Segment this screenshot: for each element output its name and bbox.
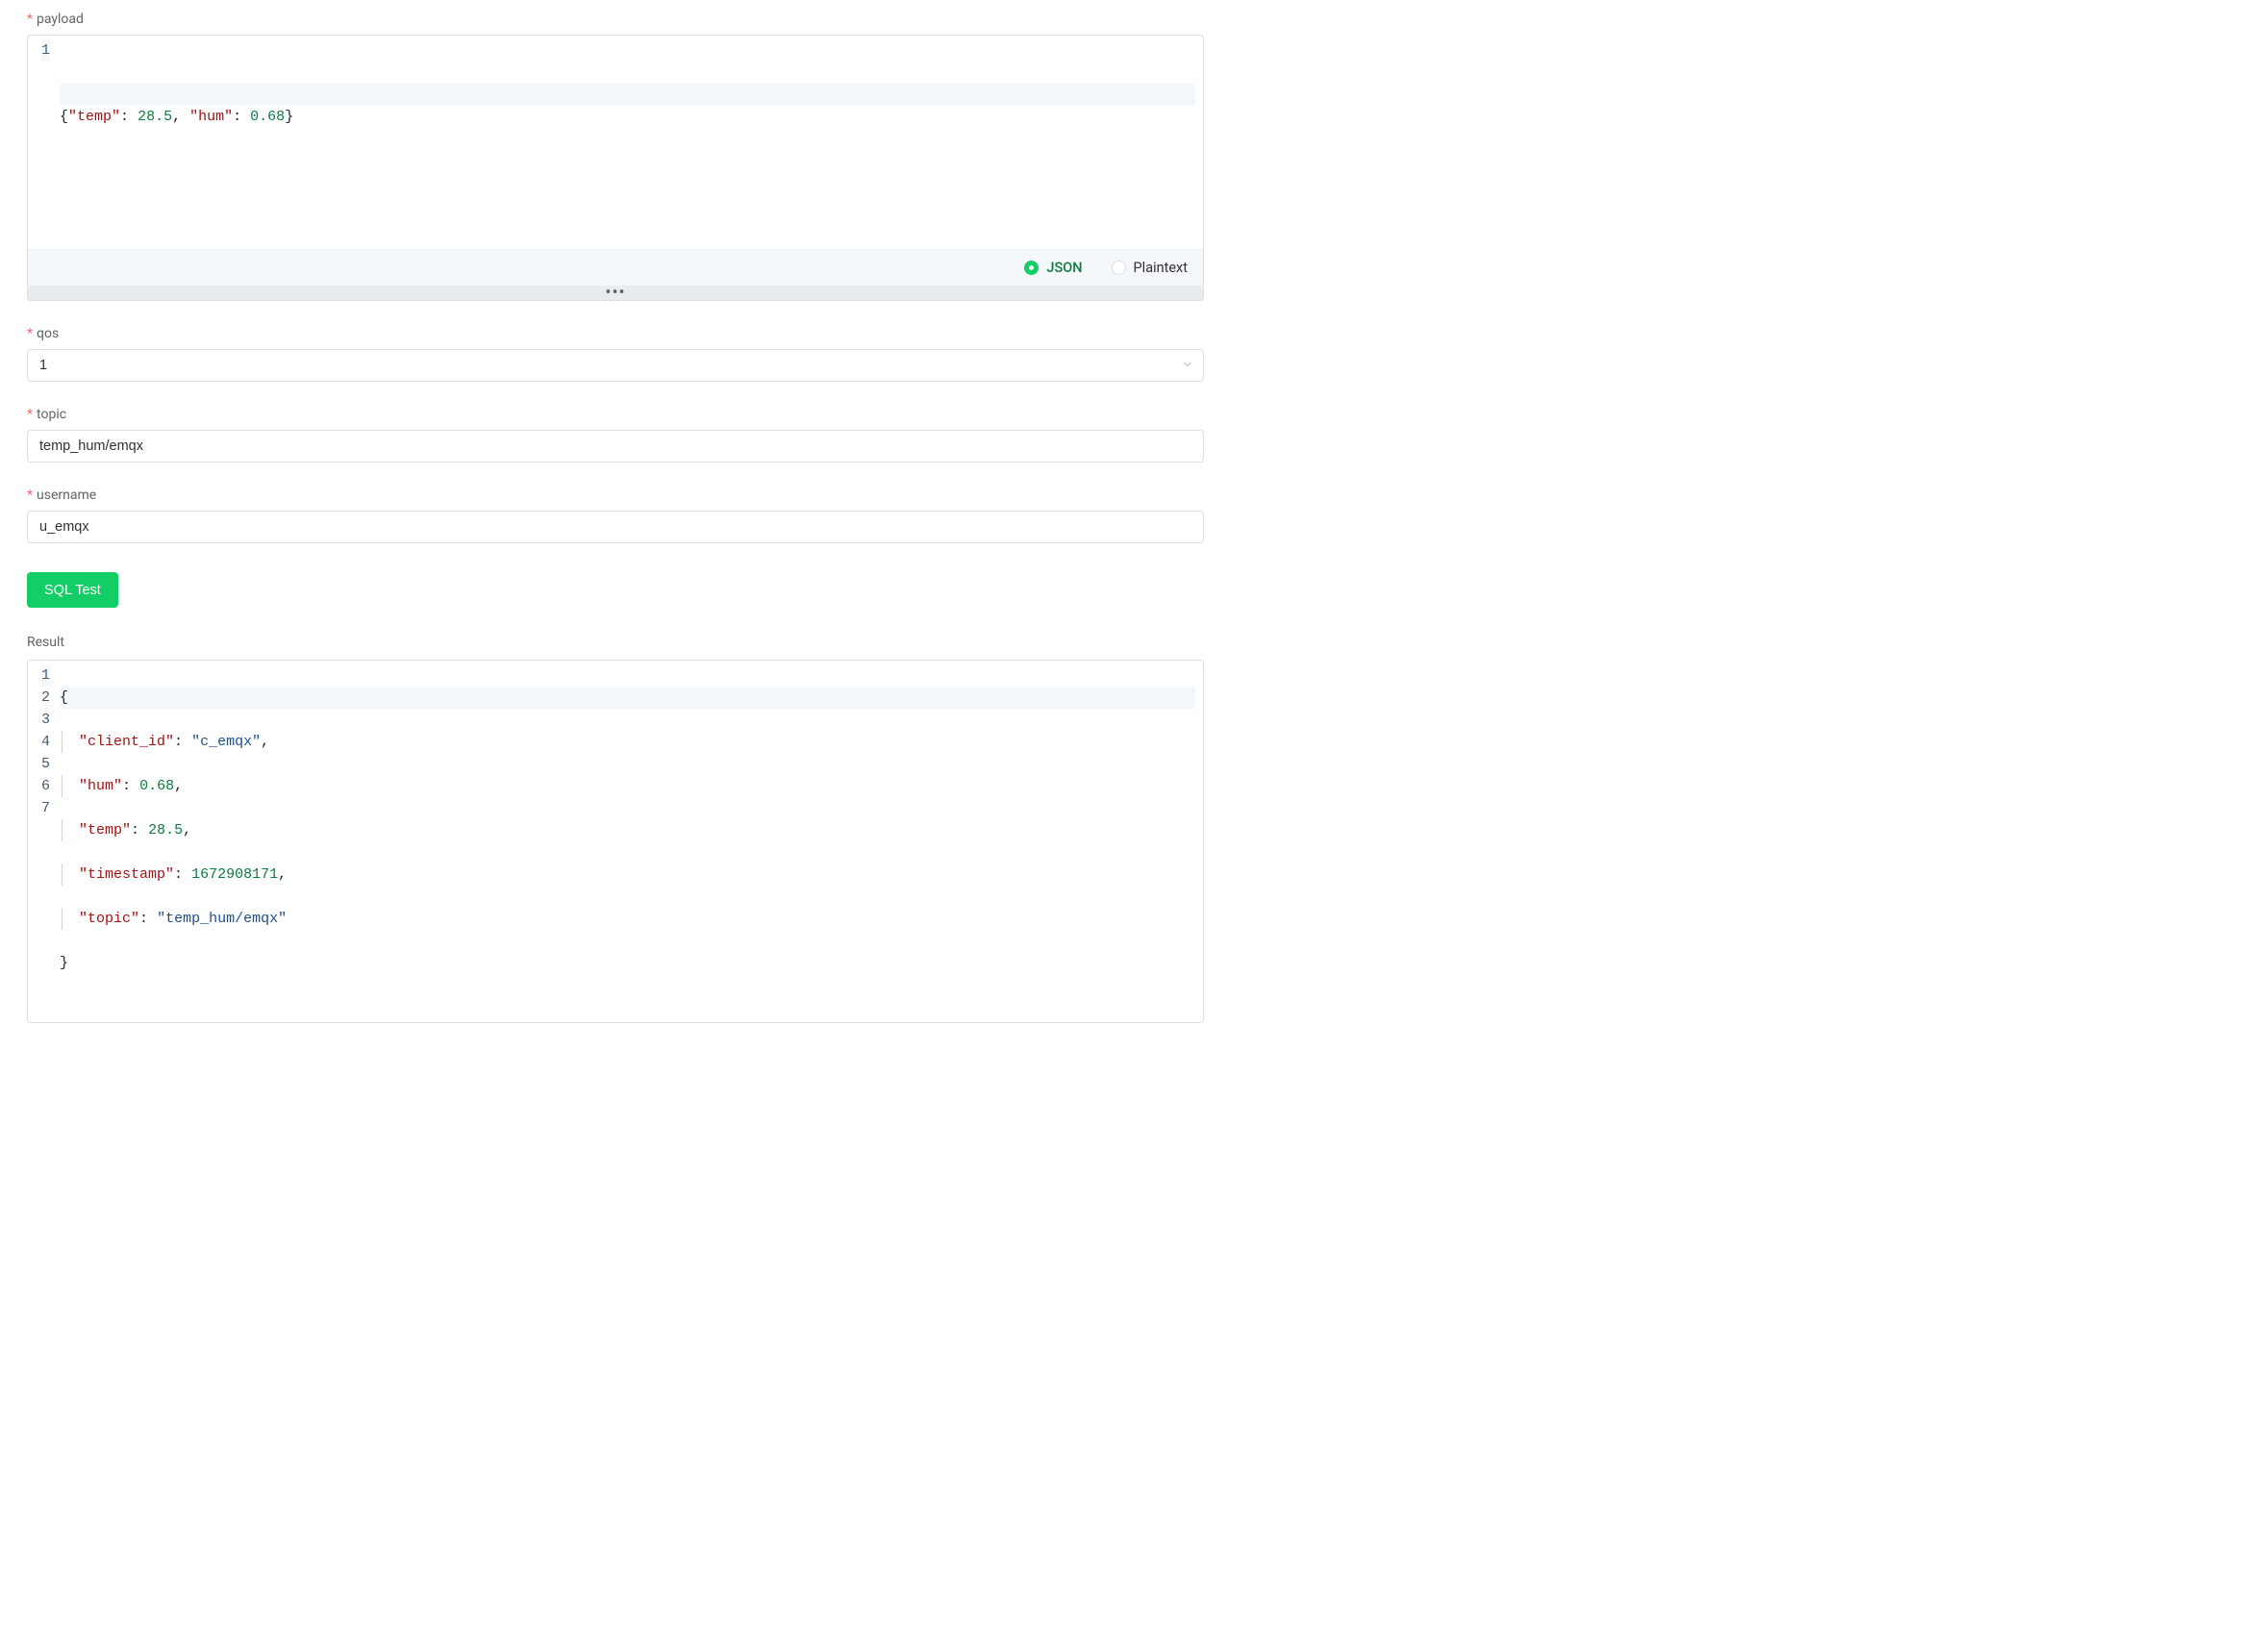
format-plaintext-radio[interactable]: Plaintext	[1112, 260, 1188, 276]
sql-test-button[interactable]: SQL Test	[27, 572, 118, 608]
payload-editor[interactable]: 1 {"temp": 28.5, "hum": 0.68} JSON Plain…	[27, 35, 1204, 301]
result-label: Result	[27, 635, 1204, 650]
brace-close: }	[60, 955, 68, 971]
qos-label: qos	[37, 326, 59, 341]
json-key: "topic"	[79, 911, 139, 927]
comma: ,	[278, 866, 287, 883]
required-asterisk: *	[27, 326, 33, 341]
colon: :	[131, 822, 139, 839]
json-number: 0.68	[139, 778, 174, 794]
json-number: 1672908171	[191, 866, 278, 883]
json-key: "temp"	[68, 109, 120, 125]
qos-select[interactable]	[27, 349, 1204, 382]
json-number: 0.68	[250, 109, 285, 125]
colon: :	[122, 778, 131, 794]
line-number: 3	[41, 709, 50, 731]
json-number: 28.5	[148, 822, 183, 839]
colon: :	[139, 911, 148, 927]
colon: :	[174, 866, 183, 883]
comma: ,	[172, 109, 181, 125]
username-label: username	[37, 488, 96, 503]
json-key: "timestamp"	[79, 866, 174, 883]
brace-close: }	[285, 109, 293, 125]
json-key: "temp"	[79, 822, 131, 839]
line-number: 6	[41, 775, 50, 797]
result-editor[interactable]: 1 2 3 4 5 6 7 { "client_id": "c_emqx", "…	[27, 660, 1204, 1023]
topic-input[interactable]	[27, 430, 1204, 463]
line-number: 7	[41, 797, 50, 819]
payload-codelines[interactable]: {"temp": 28.5, "hum": 0.68}	[60, 36, 1203, 249]
colon: :	[233, 109, 241, 125]
line-number: 5	[41, 753, 50, 775]
required-asterisk: *	[27, 488, 33, 503]
required-asterisk: *	[27, 12, 33, 27]
result-gutter: 1 2 3 4 5 6 7	[28, 661, 60, 1022]
colon: :	[174, 734, 183, 750]
format-json-radio[interactable]: JSON	[1024, 260, 1082, 276]
brace-open: {	[60, 109, 68, 125]
comma: ,	[261, 734, 269, 750]
payload-resize-handle[interactable]: •••	[28, 286, 1203, 300]
required-asterisk: *	[27, 407, 33, 422]
comma: ,	[183, 822, 191, 839]
line-number: 1	[41, 39, 50, 62]
line-number: 1	[41, 664, 50, 687]
line-number: 2	[41, 687, 50, 709]
colon: :	[120, 109, 129, 125]
json-string: "c_emqx"	[191, 734, 261, 750]
json-key: "hum"	[79, 778, 122, 794]
result-codelines: { "client_id": "c_emqx", "hum": 0.68, "t…	[60, 661, 1203, 1022]
username-input[interactable]	[27, 511, 1204, 543]
json-number: 28.5	[138, 109, 172, 125]
topic-label: topic	[37, 407, 66, 422]
payload-label: payload	[37, 12, 84, 27]
json-key: "client_id"	[79, 734, 174, 750]
json-key: "hum"	[189, 109, 233, 125]
payload-gutter: 1	[28, 36, 60, 249]
format-json-label: JSON	[1046, 260, 1082, 276]
comma: ,	[174, 778, 183, 794]
payload-format-bar: JSON Plaintext	[28, 249, 1203, 286]
json-string: "temp_hum/emqx"	[157, 911, 287, 927]
brace-open: {	[60, 689, 68, 706]
radio-checked-icon	[1024, 261, 1039, 275]
format-plaintext-label: Plaintext	[1134, 260, 1188, 276]
line-number: 4	[41, 731, 50, 753]
radio-unchecked-icon	[1112, 261, 1126, 275]
